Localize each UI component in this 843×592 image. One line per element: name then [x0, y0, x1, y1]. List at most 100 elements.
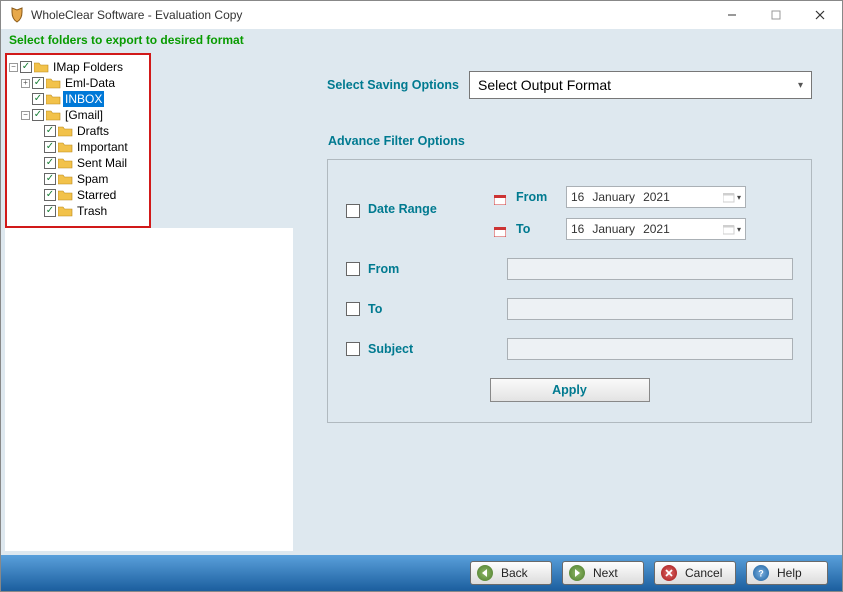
tree-label: Drafts	[75, 123, 111, 139]
spacer	[33, 143, 42, 152]
tree-label: Important	[75, 139, 130, 155]
folder-icon	[58, 189, 73, 201]
checkbox[interactable]	[44, 173, 56, 185]
subject-input[interactable]	[507, 338, 793, 360]
date-month: January	[592, 190, 635, 204]
folder-icon	[46, 109, 61, 121]
checkbox[interactable]	[32, 93, 44, 105]
cancel-label: Cancel	[685, 566, 722, 580]
tree-label-selected: INBOX	[63, 91, 104, 107]
apply-button[interactable]: Apply	[490, 378, 650, 402]
tree-node[interactable]: Trash	[33, 203, 147, 219]
subject-label: Subject	[368, 342, 454, 356]
app-window: WholeClear Software - Evaluation Copy Se…	[0, 0, 843, 592]
from-label: From	[368, 262, 454, 276]
tree-label: Trash	[75, 203, 109, 219]
select-placeholder: Select Output Format	[478, 77, 611, 93]
folder-icon	[58, 173, 73, 185]
saving-options-label: Select Saving Options	[327, 78, 459, 92]
dropdown-arrow-icon: ▾	[737, 225, 741, 234]
help-icon: ?	[753, 565, 769, 581]
chevron-down-icon: ▾	[798, 80, 803, 91]
tree-label: [Gmail]	[63, 107, 105, 123]
spacer	[21, 95, 30, 104]
tree-label: Eml-Data	[63, 75, 117, 91]
tree-node[interactable]: Starred	[33, 187, 147, 203]
saving-options-row: Select Saving Options Select Output Form…	[327, 71, 812, 99]
minimize-button[interactable]	[710, 1, 754, 29]
tree-label: Spam	[75, 171, 110, 187]
to-date-line: To 16 January 2021 ▾	[494, 218, 746, 240]
folder-tree[interactable]: − IMap Folders + Eml-Data	[9, 59, 147, 75]
checkbox[interactable]	[44, 189, 56, 201]
picker-icon	[723, 192, 735, 202]
help-button[interactable]: ? Help	[746, 561, 828, 585]
date-range-label: Date Range	[368, 202, 454, 216]
cancel-icon	[661, 565, 677, 581]
bottom-nav-bar: Back Next Cancel ? Help	[1, 555, 842, 591]
from-checkbox[interactable]	[346, 262, 360, 276]
to-date-picker[interactable]: 16 January 2021 ▾	[566, 218, 746, 240]
tree-label: Starred	[75, 187, 118, 203]
subject-filter-row: Subject	[346, 338, 793, 360]
folder-tree-highlight: − IMap Folders + Eml-Data	[5, 53, 151, 228]
date-month: January	[592, 222, 635, 236]
checkbox[interactable]	[44, 205, 56, 217]
tree-node[interactable]: Spam	[33, 171, 147, 187]
tree-node[interactable]: Sent Mail	[33, 155, 147, 171]
subject-checkbox[interactable]	[346, 342, 360, 356]
to-input[interactable]	[507, 298, 793, 320]
help-label: Help	[777, 566, 802, 580]
tree-node-inbox[interactable]: INBOX	[21, 91, 147, 107]
spacer	[33, 175, 42, 184]
from-date-line: From 16 January 2021 ▾	[494, 186, 746, 208]
picker-icon	[723, 224, 735, 234]
folder-icon	[46, 93, 61, 105]
checkbox[interactable]	[44, 157, 56, 169]
to-label: To	[368, 302, 454, 316]
checkbox[interactable]	[44, 141, 56, 153]
checkbox[interactable]	[32, 109, 44, 121]
window-title: WholeClear Software - Evaluation Copy	[31, 8, 710, 22]
tree-node[interactable]: Drafts	[33, 123, 147, 139]
calendar-icon	[494, 192, 506, 202]
next-button[interactable]: Next	[562, 561, 644, 585]
collapse-icon[interactable]: −	[9, 63, 18, 72]
advance-filter-legend: Advance Filter Options	[328, 134, 465, 148]
date-range-checkbox[interactable]	[346, 204, 360, 218]
from-input[interactable]	[507, 258, 793, 280]
tree-node[interactable]: Important	[33, 139, 147, 155]
tree-label: Sent Mail	[75, 155, 129, 171]
date-day: 16	[571, 222, 584, 236]
tree-empty-area	[5, 228, 293, 551]
options-panel: Select Saving Options Select Output Form…	[297, 53, 842, 555]
to-checkbox[interactable]	[346, 302, 360, 316]
from-date-label: From	[516, 190, 556, 204]
spacer	[33, 207, 42, 216]
checkbox[interactable]	[32, 77, 44, 89]
collapse-icon[interactable]: −	[21, 111, 30, 120]
spacer	[33, 159, 42, 168]
advance-filter-group: Advance Filter Options Date Range From 1…	[327, 159, 812, 423]
output-format-select[interactable]: Select Output Format ▾	[469, 71, 812, 99]
folder-icon	[34, 61, 49, 73]
next-label: Next	[593, 566, 618, 580]
tree-node-emldata[interactable]: + Eml-Data	[21, 75, 147, 91]
date-range-row: Date Range From 16 January 2021 ▾	[346, 186, 793, 240]
tree-node-gmail[interactable]: − [Gmail]	[21, 107, 147, 123]
back-button[interactable]: Back	[470, 561, 552, 585]
tree-node-root[interactable]: − IMap Folders	[9, 59, 147, 75]
from-date-picker[interactable]: 16 January 2021 ▾	[566, 186, 746, 208]
checkbox[interactable]	[44, 125, 56, 137]
next-icon	[569, 565, 585, 581]
cancel-button[interactable]: Cancel	[654, 561, 736, 585]
checkbox[interactable]	[20, 61, 32, 73]
maximize-button[interactable]	[754, 1, 798, 29]
page-subtitle: Select folders to export to desired form…	[1, 29, 842, 53]
back-icon	[477, 565, 493, 581]
expand-icon[interactable]: +	[21, 79, 30, 88]
from-filter-row: From	[346, 258, 793, 280]
folder-icon	[58, 125, 73, 137]
folder-icon	[58, 205, 73, 217]
close-button[interactable]	[798, 1, 842, 29]
